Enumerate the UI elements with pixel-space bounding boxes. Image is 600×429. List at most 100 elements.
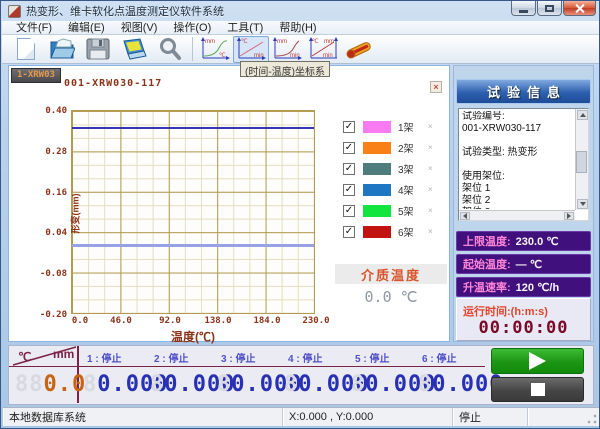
app-icon xyxy=(8,5,21,18)
y-tick: 0.40 xyxy=(45,106,67,116)
legend-checkbox[interactable]: ✓ xyxy=(343,226,355,238)
info-line: 试验类型: 热变形 xyxy=(462,147,573,159)
svg-text:mm: mm xyxy=(277,39,287,45)
series-marker-icon: × xyxy=(428,122,433,131)
legend-item: ✓ 2架 × xyxy=(343,137,447,158)
resize-grip[interactable] xyxy=(586,413,598,425)
channel-status: 6 : 停止 xyxy=(422,350,456,365)
scroll-right-icon[interactable] xyxy=(564,212,574,220)
coord-deform-time-button[interactable]: mm min xyxy=(269,36,305,63)
param-label: 起始温度: xyxy=(463,256,511,272)
channel-status: 4 : 停止 xyxy=(288,350,322,365)
info-line: 架位 2 xyxy=(462,195,573,207)
x-tick: 0.0 xyxy=(72,316,88,326)
medium-temp-value: 0.0 ℃ xyxy=(335,288,447,306)
channel-status: 2 : 停止 xyxy=(154,350,188,365)
close-button[interactable] xyxy=(563,1,596,16)
channel-1: 1 : 停止 80.000 xyxy=(81,347,148,403)
y-axis-label: 形变(mm) xyxy=(69,164,82,264)
series-label: 5架 xyxy=(398,203,424,218)
series-swatch xyxy=(363,163,391,175)
minimize-icon xyxy=(519,10,528,13)
menu-tools[interactable]: 工具(T) xyxy=(219,21,271,35)
status-database: 本地数据库系统 xyxy=(3,408,283,426)
plot-area[interactable]: 0.40 0.28 0.16 0.04 -0.08 -0.20 0.0 46.0… xyxy=(71,110,315,314)
svg-text:min: min xyxy=(290,53,300,59)
thermometer-button[interactable] xyxy=(341,36,377,63)
status-bar: 本地数据库系统 X:0.000 , Y:0.000 停止 xyxy=(3,407,599,426)
new-file-icon xyxy=(17,38,35,60)
series-swatch xyxy=(363,226,391,238)
chart-legend: ✓ 1架 × ✓ 2架 × ✓ 3架 × ✓ 4架 × xyxy=(343,116,447,242)
close-icon xyxy=(574,3,585,14)
svg-text:℃: ℃ xyxy=(312,39,319,45)
legend-checkbox[interactable]: ✓ xyxy=(343,142,355,154)
series-label: 1架 xyxy=(398,119,424,134)
channel-3: 3 : 停止 80.000 xyxy=(215,347,282,403)
x-tick: 138.0 xyxy=(204,316,231,326)
save-button[interactable] xyxy=(80,36,116,63)
series-label: 3架 xyxy=(398,161,424,176)
channel-status: 3 : 停止 xyxy=(221,350,255,365)
x-axis-label: 温度(℃) xyxy=(171,328,215,345)
legend-item: ✓ 3架 × xyxy=(343,158,447,179)
svg-text:℃: ℃ xyxy=(241,39,248,45)
channel-4: 4 : 停止 80.000 xyxy=(282,347,349,403)
channel-2: 2 : 停止 80.000 xyxy=(148,347,215,403)
series-swatch xyxy=(363,205,391,217)
svg-text:mm: mm xyxy=(205,39,215,45)
x-tick: 92.0 xyxy=(159,316,181,326)
coord-temp-deform-time-button[interactable]: ℃ mm min xyxy=(305,36,341,63)
coord-deform-time-icon: mm min xyxy=(271,36,303,62)
menu-operate[interactable]: 操作(O) xyxy=(165,21,219,35)
chart-close-icon[interactable]: × xyxy=(430,81,442,93)
stop-icon xyxy=(531,383,545,396)
temp-unit-label: ℃ xyxy=(18,350,31,364)
scrollbar-thumb[interactable] xyxy=(576,151,587,173)
legend-checkbox[interactable]: ✓ xyxy=(343,121,355,133)
channel-6: 6 : 停止 80.000 xyxy=(416,347,483,403)
heating-rate-bar: 升温速率: 120 ℃/h xyxy=(456,277,591,297)
open-file-button[interactable] xyxy=(44,36,80,63)
param-label: 上限温度: xyxy=(463,233,511,249)
param-value: — ℃ xyxy=(516,258,542,271)
channel-5: 5 : 停止 80.000 xyxy=(349,347,416,403)
param-label: 升温速率: xyxy=(463,279,511,295)
start-button[interactable] xyxy=(491,348,584,374)
vertical-scrollbar[interactable] xyxy=(575,109,588,210)
panel-title: 试验信息 xyxy=(456,79,591,104)
legend-checkbox[interactable]: ✓ xyxy=(343,205,355,217)
coord-temp-time-icon: ℃ min xyxy=(235,36,267,62)
menu-view[interactable]: 视图(V) xyxy=(113,21,166,35)
scroll-down-icon[interactable] xyxy=(577,199,588,209)
x-tick: 230.0 xyxy=(302,316,329,326)
coord-temp-time-button[interactable]: ℃ min xyxy=(233,36,269,63)
play-icon xyxy=(529,352,546,370)
horizontal-scrollbar[interactable] xyxy=(459,210,575,220)
minimize-button[interactable] xyxy=(511,1,536,16)
menu-edit[interactable]: 编辑(E) xyxy=(60,21,113,35)
chart-tab[interactable]: 1-XRW03 xyxy=(11,68,61,83)
menu-file[interactable]: 文件(F) xyxy=(8,21,60,35)
coord-deform-temp-button[interactable]: mm ℃ xyxy=(197,36,233,63)
toolbar-separator xyxy=(192,37,193,61)
report-button[interactable] xyxy=(116,36,152,63)
y-tick: -0.20 xyxy=(40,310,67,320)
info-line xyxy=(462,135,573,147)
param-value: 120 ℃/h xyxy=(516,281,560,294)
stop-button[interactable] xyxy=(491,377,584,402)
series-marker-icon: × xyxy=(428,227,433,236)
runtime-value: 00:00:00 xyxy=(457,318,590,338)
search-button[interactable] xyxy=(152,36,188,63)
maximize-button[interactable] xyxy=(537,1,562,16)
report-computer-icon xyxy=(120,38,148,60)
legend-checkbox[interactable]: ✓ xyxy=(343,163,355,175)
new-file-button[interactable] xyxy=(8,36,44,63)
series-marker-icon: × xyxy=(428,143,433,152)
coord-temp-deform-time-icon: ℃ mm min xyxy=(307,36,339,62)
scroll-left-icon[interactable] xyxy=(460,212,470,220)
legend-checkbox[interactable]: ✓ xyxy=(343,184,355,196)
series-swatch xyxy=(363,142,391,154)
scroll-up-icon[interactable] xyxy=(577,110,588,120)
menu-help[interactable]: 帮助(H) xyxy=(271,21,324,35)
